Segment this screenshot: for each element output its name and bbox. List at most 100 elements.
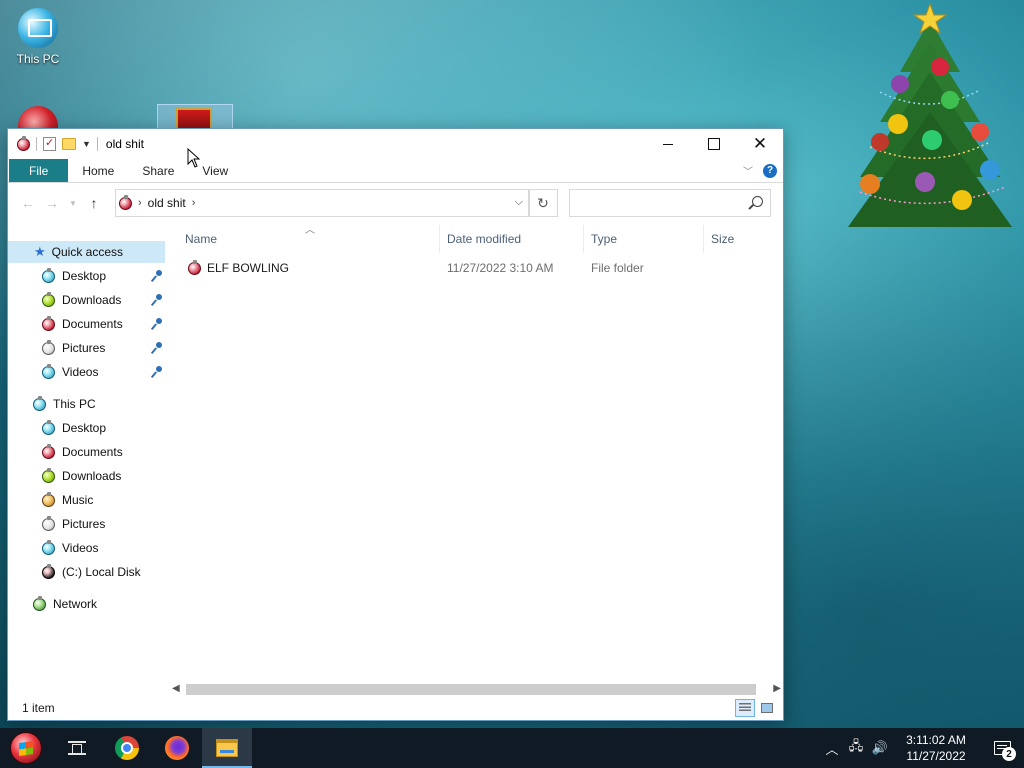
breadcrumb-chevron-icon[interactable]: ›: [192, 197, 196, 209]
nav-pc-music[interactable]: Music: [42, 489, 93, 511]
file-name-cell: ELF BOWLING: [188, 257, 289, 279]
ribbon-controls: ﹀ ?: [743, 159, 783, 182]
window-ornament-icon[interactable]: [17, 135, 30, 151]
show-hidden-icons-chevron-icon[interactable]: ︿: [820, 739, 844, 758]
details-view-button[interactable]: [735, 699, 755, 717]
properties-icon[interactable]: [43, 136, 56, 151]
nav-pc-videos[interactable]: Videos: [42, 537, 98, 559]
nav-pc-desktop[interactable]: Desktop: [42, 417, 106, 439]
nav-pc-pictures[interactable]: Pictures: [42, 513, 105, 535]
christmas-tree-decoration: [840, 2, 1020, 238]
pin-icon: [151, 366, 163, 378]
customize-toolbar-dropdown-icon[interactable]: ▼: [82, 139, 91, 149]
pin-icon: [151, 270, 163, 282]
windows-logo-icon: [10, 732, 42, 764]
back-arrow-icon[interactable]: ←: [16, 195, 40, 211]
ornament-dark-icon: [42, 563, 55, 579]
file-explorer-window: ▼ old shit ✕ File Home Share View ﹀ ? ← …: [7, 128, 784, 721]
ornament-red-icon: [42, 443, 55, 459]
item-count: 1 item: [22, 701, 55, 715]
nav-pc-documents[interactable]: Documents: [42, 441, 123, 463]
nav-label: Network: [53, 597, 98, 611]
navigation-pane: ★ Quick access Desktop Downloads Documen…: [8, 241, 165, 681]
clock[interactable]: 3:11:02 AM 11/27/2022: [898, 732, 974, 764]
file-explorer-taskbar-button[interactable]: [202, 728, 252, 768]
nav-label: Documents: [62, 445, 123, 459]
clock-date: 11/27/2022: [906, 749, 966, 763]
column-header-name[interactable]: Name: [178, 225, 440, 253]
search-icon: [752, 196, 763, 207]
ribbon-tabs: File Home Share View ﹀ ?: [8, 159, 783, 183]
system-tray: ︿ 🖧 🔊 3:11:02 AM 11/27/2022 2: [820, 728, 1024, 768]
folder-ornament-icon: [188, 259, 201, 275]
nav-label: Desktop: [62, 269, 107, 283]
nav-quick-videos[interactable]: Videos: [42, 361, 98, 383]
expand-ribbon-chevron-icon[interactable]: ﹀: [743, 163, 753, 178]
scroll-left-arrow-icon[interactable]: ◀: [172, 683, 180, 694]
ornament-red-icon: [42, 315, 55, 331]
tab-home[interactable]: Home: [68, 159, 128, 182]
nav-label: Downloads: [62, 469, 122, 483]
clock-time: 3:11:02 AM: [906, 733, 966, 747]
help-icon[interactable]: ?: [763, 163, 777, 178]
desktop-icon-this-pc[interactable]: This PC: [6, 8, 70, 66]
refresh-button[interactable]: ↻: [528, 189, 558, 217]
action-center-button[interactable]: 2: [980, 728, 1024, 768]
new-folder-icon[interactable]: [62, 138, 76, 150]
star-icon: ★: [34, 244, 46, 259]
nav-quick-desktop[interactable]: Desktop: [42, 265, 106, 287]
desktop-icon-label: This PC: [16, 52, 60, 66]
file-row[interactable]: ELF BOWLING 11/27/2022 3:10 AM File fold…: [178, 257, 778, 279]
desktop-icon-selected[interactable]: [157, 104, 233, 132]
address-history-dropdown-icon[interactable]: ⌵: [515, 196, 523, 209]
large-icons-view-button[interactable]: [757, 699, 777, 717]
nav-label: Music: [62, 493, 94, 507]
column-header-date-modified[interactable]: Date modified: [440, 225, 584, 253]
task-view-button[interactable]: [52, 728, 102, 768]
nav-quick-downloads[interactable]: Downloads: [42, 289, 121, 311]
location-ornament-icon: [119, 194, 132, 210]
address-bar[interactable]: › old shit › ⌵: [115, 189, 530, 217]
notification-count-badge: 2: [1002, 747, 1016, 761]
nav-quick-pictures[interactable]: Pictures: [42, 337, 105, 359]
taskbar: ︿ 🖧 🔊 3:11:02 AM 11/27/2022 2: [0, 728, 1024, 768]
firefox-taskbar-button[interactable]: [152, 728, 202, 768]
desktop-icon-ornament[interactable]: [18, 106, 58, 130]
toolbar-divider: [96, 137, 98, 151]
column-header-type[interactable]: Type: [584, 225, 704, 253]
network-icon[interactable]: 🖧: [844, 737, 868, 759]
network-ornament-icon: [33, 595, 46, 611]
toolbar-divider: [36, 137, 37, 151]
maximize-button[interactable]: [691, 129, 737, 159]
up-arrow-icon[interactable]: ↑: [82, 195, 106, 211]
nav-this-pc[interactable]: This PC: [33, 393, 96, 415]
nav-label: Downloads: [62, 293, 122, 307]
recent-locations-chevron-icon[interactable]: ▼: [64, 199, 82, 208]
this-pc-icon: [18, 8, 58, 48]
nav-network[interactable]: Network: [33, 593, 97, 615]
breadcrumb-item[interactable]: old shit: [148, 196, 186, 210]
scrollbar-thumb[interactable]: [186, 684, 756, 695]
column-header-size[interactable]: Size: [704, 225, 774, 253]
caption-buttons: ✕: [645, 129, 783, 159]
title-bar[interactable]: ▼ old shit ✕: [8, 129, 783, 159]
file-date-modified: 11/27/2022 3:10 AM: [447, 261, 554, 275]
scroll-right-arrow-icon[interactable]: ▶: [773, 683, 781, 694]
volume-icon[interactable]: 🔊: [868, 740, 892, 756]
start-button[interactable]: [0, 728, 52, 768]
ornament-blue-icon: [42, 539, 55, 555]
ornament-green-icon: [42, 467, 55, 483]
minimize-button[interactable]: [645, 129, 691, 159]
nav-quick-access[interactable]: ★ Quick access: [8, 241, 165, 263]
search-input[interactable]: [569, 189, 771, 217]
nav-quick-documents[interactable]: Documents: [42, 313, 123, 335]
chrome-taskbar-button[interactable]: [102, 728, 152, 768]
close-button[interactable]: ✕: [737, 129, 783, 159]
breadcrumb-chevron-icon[interactable]: ›: [138, 197, 142, 209]
forward-arrow-icon[interactable]: →: [40, 195, 64, 211]
nav-pc-local-disk[interactable]: (C:) Local Disk: [42, 561, 141, 583]
tab-file[interactable]: File: [9, 159, 69, 182]
nav-pc-downloads[interactable]: Downloads: [42, 465, 121, 487]
tab-share[interactable]: Share: [128, 159, 188, 182]
ornament-blue-icon: [42, 267, 55, 283]
